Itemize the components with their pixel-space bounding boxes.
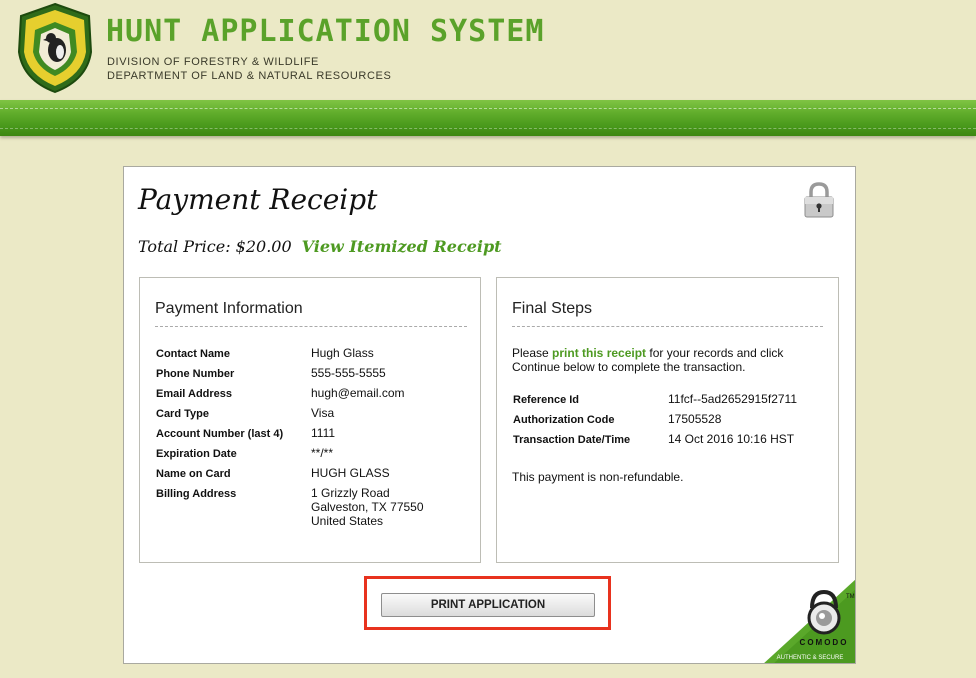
- header-divider-bar: [0, 100, 976, 136]
- billing-address-label: Billing Address: [156, 488, 237, 500]
- row-value: 14 Oct 2016 10:16 HST: [668, 432, 795, 446]
- print-this-receipt-link[interactable]: print this receipt: [552, 346, 646, 360]
- table-row: Phone Number 555-555-5555: [156, 366, 424, 386]
- final-steps-heading: Final Steps: [512, 300, 823, 327]
- row-value: 17505528: [668, 412, 722, 426]
- row-label: Email Address: [156, 388, 233, 400]
- comodo-tm: TM: [846, 594, 855, 600]
- row-value: Visa: [311, 406, 335, 420]
- row-label: Contact Name: [156, 348, 230, 360]
- department-name: DEPARTMENT OF LAND & NATURAL RESOURCES: [107, 70, 392, 82]
- print-application-button[interactable]: PRINT APPLICATION: [381, 593, 595, 617]
- row-value: 555-555-5555: [311, 366, 386, 380]
- payment-information-panel: Payment Information Contact Name Hugh Gl…: [139, 277, 481, 563]
- table-row: Account Number (last 4) 1111: [156, 426, 424, 446]
- row-value: HUGH GLASS: [311, 466, 390, 480]
- row-value: 11fcf--5ad2652915f2711: [668, 392, 797, 406]
- row-label: Account Number (last 4): [156, 428, 284, 440]
- row-label: Reference Id: [513, 394, 580, 406]
- table-row: Name on Card HUGH GLASS: [156, 466, 424, 486]
- row-label: Phone Number: [156, 368, 235, 380]
- dlnr-seal-logo: [17, 2, 93, 94]
- payment-receipt-card: Payment Receipt Total Price: $20.00 View …: [123, 166, 856, 664]
- row-label: Card Type: [156, 408, 209, 420]
- table-row: Billing Address 1 Grizzly Road Galveston…: [156, 486, 424, 528]
- payment-information-heading: Payment Information: [155, 300, 467, 327]
- page-title: Payment Receipt: [138, 183, 378, 216]
- address-line: Galveston, TX 77550: [311, 500, 424, 514]
- comodo-secure-badge[interactable]: TM COMODO AUTHENTIC & SECURE: [762, 578, 856, 664]
- table-row: Email Address hugh@email.com: [156, 386, 424, 406]
- non-refundable-note: This payment is non-refundable.: [512, 470, 684, 484]
- table-row: Expiration Date **/**: [156, 446, 424, 466]
- table-row: Transaction Date/Time 14 Oct 2016 10:16 …: [513, 432, 797, 452]
- app-title: HUNT APPLICATION SYSTEM: [106, 14, 545, 49]
- row-value: hugh@email.com: [311, 386, 405, 400]
- comodo-brand: COMODO: [800, 638, 849, 647]
- table-row: Contact Name Hugh Glass: [156, 346, 424, 366]
- table-row: Reference Id 11fcf--5ad2652915f2711: [513, 392, 797, 412]
- instructions-text-start: Please: [512, 346, 553, 360]
- lock-icon: [804, 182, 834, 218]
- row-label: Authorization Code: [513, 414, 615, 426]
- view-itemized-receipt-link[interactable]: View Itemized Receipt: [302, 237, 502, 256]
- final-steps-panel: Final Steps Please print this receipt fo…: [496, 277, 839, 563]
- division-name: DIVISION OF FORESTRY & WILDLIFE: [107, 56, 319, 68]
- transaction-details-table: Reference Id 11fcf--5ad2652915f2711 Auth…: [513, 392, 797, 452]
- total-price-line: Total Price: $20.00 View Itemized Receipt: [138, 237, 502, 256]
- address-line: 1 Grizzly Road: [311, 486, 390, 500]
- address-line: United States: [311, 514, 384, 528]
- payment-information-table: Contact Name Hugh Glass Phone Number 555…: [156, 346, 424, 528]
- final-steps-instructions: Please print this receipt for your recor…: [512, 346, 812, 374]
- billing-address-value: 1 Grizzly Road Galveston, TX 77550 Unite…: [311, 486, 424, 528]
- table-row: Card Type Visa: [156, 406, 424, 426]
- comodo-tagline: AUTHENTIC & SECURE: [777, 655, 844, 661]
- table-row: Authorization Code 17505528: [513, 412, 797, 432]
- row-value: 1111: [311, 426, 336, 440]
- site-header: HUNT APPLICATION SYSTEM DIVISION OF FORE…: [0, 0, 976, 100]
- total-price: Total Price: $20.00: [138, 237, 292, 256]
- row-label: Expiration Date: [156, 448, 237, 460]
- row-label: Transaction Date/Time: [513, 434, 631, 446]
- row-label: Name on Card: [156, 468, 231, 480]
- row-value: Hugh Glass: [311, 346, 374, 360]
- row-value: **/**: [311, 446, 334, 460]
